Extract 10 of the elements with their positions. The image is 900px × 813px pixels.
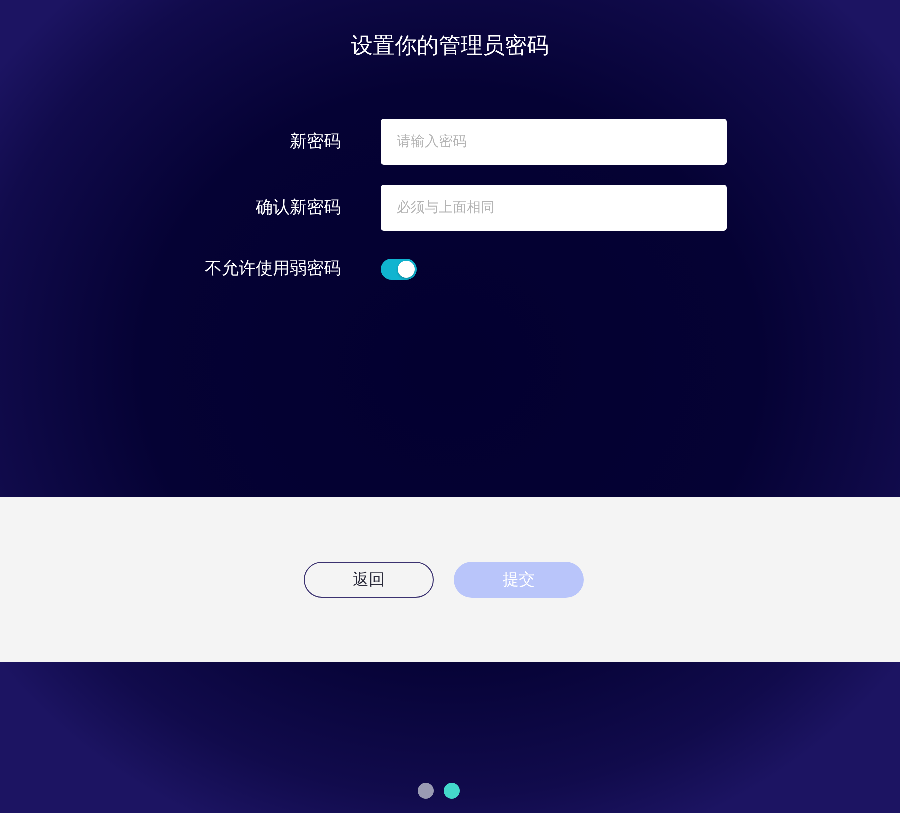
field-label: 确认新密码 (256, 197, 341, 219)
pager-dot[interactable] (444, 783, 460, 799)
pager-dot[interactable] (418, 783, 434, 799)
toggle-label: 不允许使用弱密码 (205, 258, 341, 280)
back-button[interactable]: 返回 (304, 562, 434, 598)
password-field[interactable]: 必须与上面相同 (381, 185, 727, 231)
page-title: 设置你的管理员密码 (351, 33, 549, 61)
weak-password-switch[interactable] (381, 258, 417, 280)
field-label: 新密码 (290, 131, 341, 153)
password-field[interactable]: 请输入密码 (381, 119, 727, 165)
